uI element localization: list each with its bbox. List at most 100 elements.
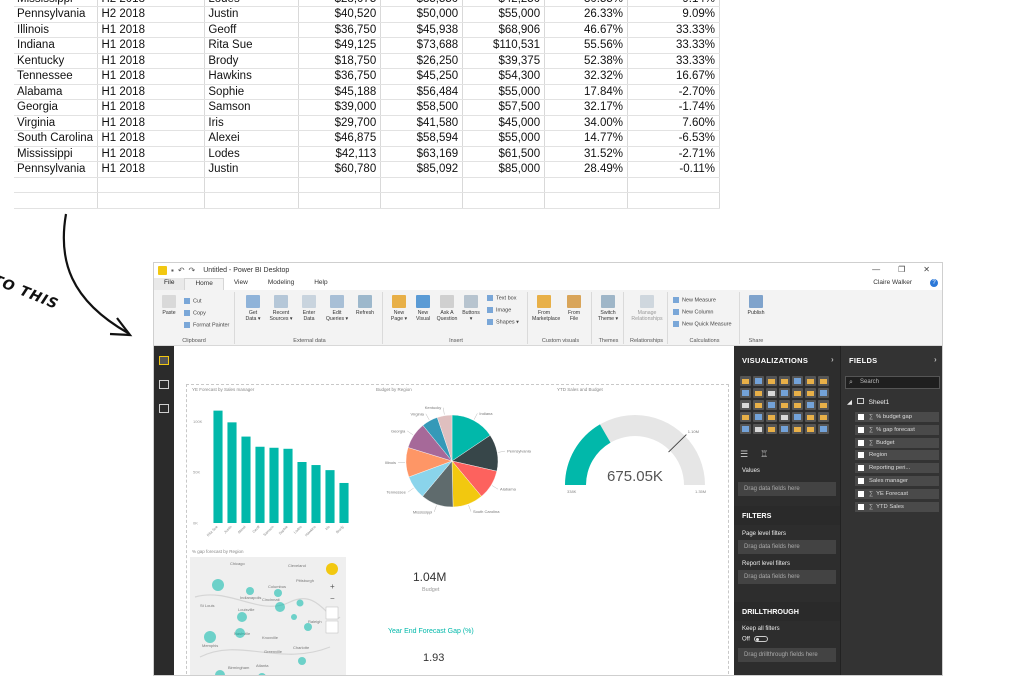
copy-button[interactable]: Copy — [184, 310, 206, 316]
map-bubble[interactable] — [298, 657, 306, 665]
visual-type-icon[interactable] — [753, 388, 764, 398]
fields-search-input[interactable]: ⌕ Search — [845, 376, 940, 389]
bar[interactable] — [255, 446, 265, 523]
spreadsheet-cell[interactable]: 31.52% — [544, 146, 629, 162]
visual-type-icon[interactable] — [805, 376, 816, 386]
spreadsheet-cell[interactable]: $45,938 — [380, 22, 464, 38]
spreadsheet-cell[interactable]: $85,092 — [380, 161, 464, 178]
user-name[interactable]: Claire Walker — [873, 279, 912, 286]
redo-icon[interactable]: ↷ — [189, 266, 196, 275]
spreadsheet-cell[interactable]: 32.17% — [544, 99, 629, 116]
visual-type-icon[interactable] — [792, 424, 803, 434]
spreadsheet-cell[interactable] — [204, 177, 300, 193]
visual-type-icon[interactable] — [766, 376, 777, 386]
gauge-chart[interactable]: 1.10M 675.05K 338K 1.35M — [555, 410, 725, 510]
spreadsheet-cell[interactable]: 17.84% — [544, 84, 629, 100]
spreadsheet-cell[interactable]: $41,580 — [380, 115, 464, 131]
spreadsheet-cell[interactable] — [14, 192, 99, 209]
bubble-map[interactable]: Chicago Cleveland Columbus Pittsburgh Indian… — [190, 557, 346, 676]
fields-well-icon[interactable]: ☰ — [740, 449, 748, 460]
visual-type-icon[interactable] — [818, 400, 829, 410]
spreadsheet-cell[interactable]: 52.38% — [544, 53, 629, 69]
spreadsheet-cell[interactable]: $26,250 — [380, 53, 464, 69]
checkbox-icon[interactable] — [858, 490, 864, 497]
field-item[interactable]: Region — [855, 450, 939, 461]
spreadsheet-cell[interactable]: Brody — [204, 53, 300, 69]
map-bubble[interactable] — [204, 631, 216, 643]
spreadsheet-cell[interactable] — [627, 192, 720, 209]
spreadsheet-cell[interactable]: H1 2018 — [97, 37, 206, 54]
spreadsheet-cell[interactable] — [298, 177, 382, 193]
bar-chart[interactable]: 100K 50K 0K Rita Sue Justin Alexei Geoff Samson… — [189, 393, 354, 543]
spreadsheet-cell[interactable]: Virginia — [14, 115, 99, 131]
map-background[interactable] — [190, 557, 346, 676]
undo-icon[interactable]: ↶ — [178, 266, 185, 275]
close-button[interactable]: ✕ — [923, 265, 930, 274]
spreadsheet-cell[interactable]: $18,750 — [298, 53, 382, 69]
spreadsheet-cell[interactable]: Alexei — [204, 130, 300, 147]
new-measure-button[interactable]: New Measure — [673, 297, 716, 303]
save-icon[interactable]: ▪ — [171, 266, 174, 275]
spreadsheet-cell[interactable] — [627, 177, 720, 193]
visual-type-icon[interactable] — [740, 400, 751, 410]
ribbon-button[interactable]: Buttons ▾ — [459, 295, 483, 322]
image-button[interactable]: Image — [487, 307, 511, 313]
spreadsheet-cell[interactable]: $50,000 — [380, 6, 464, 23]
spreadsheet-cell[interactable]: 55.56% — [544, 37, 629, 54]
spreadsheet-cell[interactable]: Alabama — [14, 84, 99, 100]
map-lasso-tool-icon[interactable] — [325, 620, 339, 634]
spreadsheet-cell[interactable]: 16.67% — [627, 68, 720, 85]
new-quick-measure-button[interactable]: New Quick Measure — [673, 321, 732, 327]
bar[interactable] — [241, 436, 251, 523]
ribbon-button[interactable]: Enter Data — [297, 295, 321, 322]
values-drop-zone[interactable]: Drag data fields here — [738, 482, 836, 496]
cut-button[interactable]: Cut — [184, 298, 202, 304]
spreadsheet-cell[interactable]: $45,188 — [298, 84, 382, 100]
visual-type-icon[interactable] — [792, 376, 803, 386]
switch-theme-button[interactable]: Switch Theme ▾ — [596, 295, 620, 322]
spreadsheet-cell[interactable]: H1 2018 — [97, 99, 206, 116]
paste-button[interactable]: Paste — [157, 295, 181, 316]
spreadsheet-cell[interactable]: Pennsylvania — [14, 6, 99, 23]
manage-relationships-button[interactable]: Manage Relationships — [631, 295, 663, 322]
spreadsheet-cell[interactable]: H1 2018 — [97, 84, 206, 100]
spreadsheet-cell[interactable]: 7.60% — [627, 115, 720, 131]
spreadsheet-cell[interactable]: 34.00% — [544, 115, 629, 131]
spreadsheet-cell[interactable] — [462, 192, 546, 209]
tab-file[interactable]: File — [154, 278, 185, 290]
spreadsheet-cell[interactable]: $55,000 — [462, 84, 546, 100]
spreadsheet-cell[interactable]: -6.53% — [627, 130, 720, 147]
bar[interactable] — [269, 447, 279, 523]
map-bubble[interactable] — [274, 589, 282, 597]
spreadsheet-cell[interactable]: $45,000 — [462, 115, 546, 131]
ribbon-button[interactable]: Edit Queries ▾ — [325, 295, 349, 322]
report-filters-drop-zone[interactable]: Drag data fields here — [738, 570, 836, 584]
map-zoom-in-icon[interactable]: + — [330, 582, 335, 591]
visual-type-icon[interactable] — [766, 400, 777, 410]
spreadsheet-cell[interactable]: $46,875 — [298, 130, 382, 147]
map-bubble[interactable] — [237, 612, 247, 622]
format-paint-roller-icon[interactable]: ♖ — [760, 449, 768, 460]
drillthrough-drop-zone[interactable]: Drag drillthrough fields here — [738, 647, 836, 662]
visual-type-icon[interactable] — [818, 412, 829, 422]
checkbox-icon[interactable] — [858, 477, 864, 484]
spreadsheet-cell[interactable]: $110,531 — [462, 37, 546, 54]
visual-type-icon[interactable] — [779, 400, 790, 410]
visual-type-icon[interactable] — [805, 412, 816, 422]
bar[interactable] — [325, 470, 335, 523]
spreadsheet-cell[interactable]: $60,780 — [298, 161, 382, 178]
spreadsheet-cell[interactable]: H1 2018 — [97, 22, 206, 38]
checkbox-icon[interactable] — [858, 503, 864, 510]
model-view-icon[interactable] — [159, 404, 169, 413]
new-column-button[interactable]: New Column — [673, 309, 713, 315]
publish-button[interactable]: Publish — [744, 295, 768, 316]
visual-type-icon[interactable] — [779, 412, 790, 422]
spreadsheet-cell[interactable] — [380, 192, 464, 209]
spreadsheet-cell[interactable]: -2.71% — [627, 146, 720, 162]
visual-type-icon[interactable] — [779, 376, 790, 386]
visual-type-icon[interactable] — [779, 424, 790, 434]
visual-type-icon[interactable] — [792, 400, 803, 410]
spreadsheet-cell[interactable]: $55,000 — [462, 130, 546, 147]
spreadsheet-cell[interactable]: $40,520 — [298, 6, 382, 23]
chevron-right-icon[interactable]: › — [934, 355, 937, 364]
